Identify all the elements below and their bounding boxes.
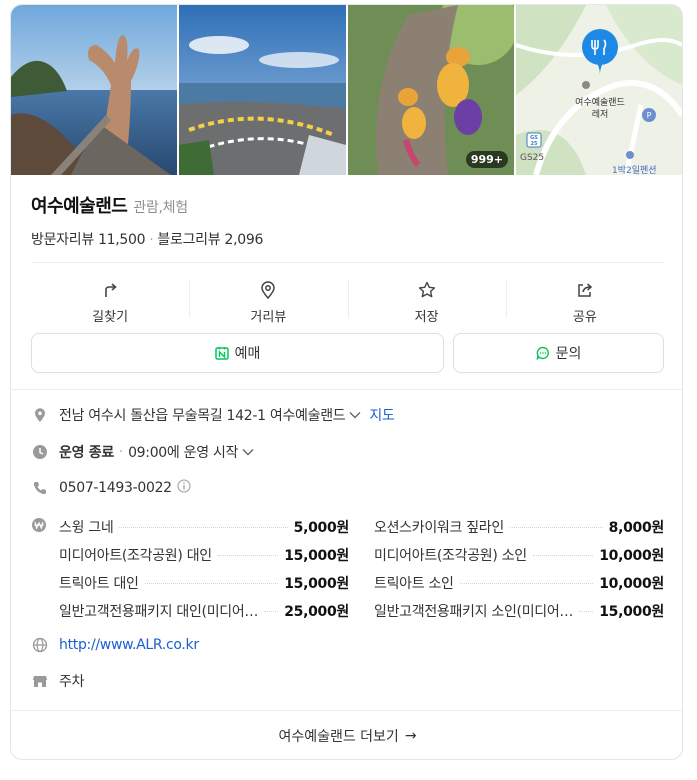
visitor-review-link[interactable]: 방문자리뷰 11,500 bbox=[31, 232, 146, 248]
talk-bubble-icon bbox=[536, 346, 549, 360]
won-icon bbox=[31, 516, 47, 534]
website-link[interactable]: http://www.ALR.co.kr bbox=[59, 637, 199, 653]
action-bar: 길찾기 거리뷰 저장 공유 bbox=[31, 268, 664, 328]
parking-text: 주차 bbox=[59, 674, 85, 690]
svg-text:여수예술랜드: 여수예술랜드 bbox=[575, 96, 625, 108]
phone-row: 0507-1493-0022 bbox=[31, 479, 664, 497]
clock-icon bbox=[31, 443, 49, 461]
price-item: 트릭아트 대인 15,000원 bbox=[59, 576, 349, 592]
photo-map-thumbnail[interactable]: 여수예술랜드 레저 P GS 25 GS25 1박2일펜션 bbox=[516, 5, 682, 175]
hours-row: 운영 종료 · 09:00에 운영 시작 bbox=[31, 442, 664, 462]
photo-go-kart-track[interactable] bbox=[179, 5, 346, 175]
globe-icon bbox=[31, 636, 49, 654]
streetview-button[interactable]: 거리뷰 bbox=[189, 268, 347, 328]
price-item: 미디어아트(조각공원) 소인 10,000원 bbox=[374, 548, 664, 564]
button-row: 예매 문의 bbox=[31, 333, 664, 373]
price-item: 미디어아트(조각공원) 대인 15,000원 bbox=[59, 548, 349, 564]
parking-store-icon bbox=[31, 672, 49, 690]
svg-text:P: P bbox=[647, 111, 652, 120]
star-icon bbox=[418, 281, 435, 298]
price-list: 스윙 그네 5,000원 오션스카이워크 짚라인 8,000원 미디어아트(조각공원… bbox=[59, 513, 664, 625]
arrow-right-icon: → bbox=[404, 728, 417, 744]
directions-icon bbox=[105, 283, 117, 297]
place-card: 999+ 여수예술랜드 레저 P GS 25 GS25 1박2일펜션 여수예술랜… bbox=[10, 4, 683, 760]
naver-booking-icon bbox=[214, 347, 229, 360]
share-button[interactable]: 공유 bbox=[505, 268, 664, 328]
directions-button[interactable]: 길찾기 bbox=[31, 268, 189, 328]
directions-label: 길찾기 bbox=[92, 310, 129, 325]
price-item: 일반고객전용패키지 소인(미디어… 15,000원 bbox=[374, 604, 664, 620]
location-pin-icon bbox=[31, 406, 49, 424]
photo-count-badge: 999+ bbox=[465, 151, 508, 168]
address-row: 전남 여수시 돌산읍 무술목길 142-1 여수예술랜드 지도 bbox=[31, 405, 664, 425]
reserve-label: 예매 bbox=[234, 346, 261, 362]
price-item: 스윙 그네 5,000원 bbox=[59, 520, 349, 536]
place-category: 관람,체험 bbox=[133, 200, 188, 216]
svg-text:레저: 레저 bbox=[592, 109, 609, 120]
phone-number[interactable]: 0507-1493-0022 bbox=[59, 480, 172, 496]
title-row: 여수예술랜드 관람,체험 bbox=[31, 192, 188, 218]
chevron-down-icon[interactable] bbox=[242, 446, 254, 459]
streetview-pin-icon bbox=[261, 281, 276, 300]
share-icon bbox=[578, 283, 593, 297]
website-row: http://www.ALR.co.kr bbox=[31, 636, 664, 654]
streetview-label: 거리뷰 bbox=[250, 310, 287, 325]
hours-next[interactable]: 09:00에 운영 시작 bbox=[128, 442, 238, 462]
parking-row: 주차 bbox=[31, 671, 664, 691]
price-icon-wrap bbox=[31, 516, 49, 534]
blog-review-link[interactable]: 블로그리뷰 2,096 bbox=[157, 232, 263, 248]
divider bbox=[31, 262, 664, 263]
more-info-button[interactable]: 여수예술랜드 더보기 → bbox=[11, 710, 682, 759]
more-info-label: 여수예술랜드 더보기 bbox=[278, 729, 399, 745]
svg-text:1박2일펜션: 1박2일펜션 bbox=[612, 165, 657, 175]
price-item: 일반고객전용패키지 대인(미디어… 25,000원 bbox=[59, 604, 349, 620]
price-item: 오션스카이워크 짚라인 8,000원 bbox=[374, 520, 664, 536]
place-name[interactable]: 여수예술랜드 bbox=[31, 192, 128, 218]
save-label: 저장 bbox=[414, 310, 439, 325]
svg-text:GS25: GS25 bbox=[520, 153, 544, 163]
inquiry-label: 문의 bbox=[555, 346, 582, 362]
photo-hand-sculpture[interactable] bbox=[11, 5, 177, 175]
share-label: 공유 bbox=[572, 310, 597, 325]
save-button[interactable]: 저장 bbox=[347, 268, 506, 328]
phone-icon bbox=[31, 479, 49, 497]
info-circle-icon[interactable] bbox=[177, 479, 191, 497]
address-text[interactable]: 전남 여수시 돌산읍 무술목길 142-1 여수예술랜드 bbox=[59, 405, 346, 425]
reserve-button[interactable]: 예매 bbox=[31, 333, 444, 373]
map-link[interactable]: 지도 bbox=[369, 405, 394, 425]
svg-text:25: 25 bbox=[531, 141, 538, 147]
review-summary: 방문자리뷰 11,500 · 블로그리뷰 2,096 bbox=[31, 232, 264, 248]
photo-strip: 999+ 여수예술랜드 레저 P GS 25 GS25 1박2일펜션 bbox=[11, 5, 682, 175]
hours-status: 운영 종료 bbox=[59, 445, 114, 461]
price-item: 트릭아트 소인 10,000원 bbox=[374, 576, 664, 592]
photo-ant-sculpture[interactable]: 999+ bbox=[348, 5, 514, 175]
inquiry-button[interactable]: 문의 bbox=[453, 333, 664, 373]
section-divider bbox=[11, 389, 682, 390]
chevron-down-icon[interactable] bbox=[349, 409, 361, 422]
